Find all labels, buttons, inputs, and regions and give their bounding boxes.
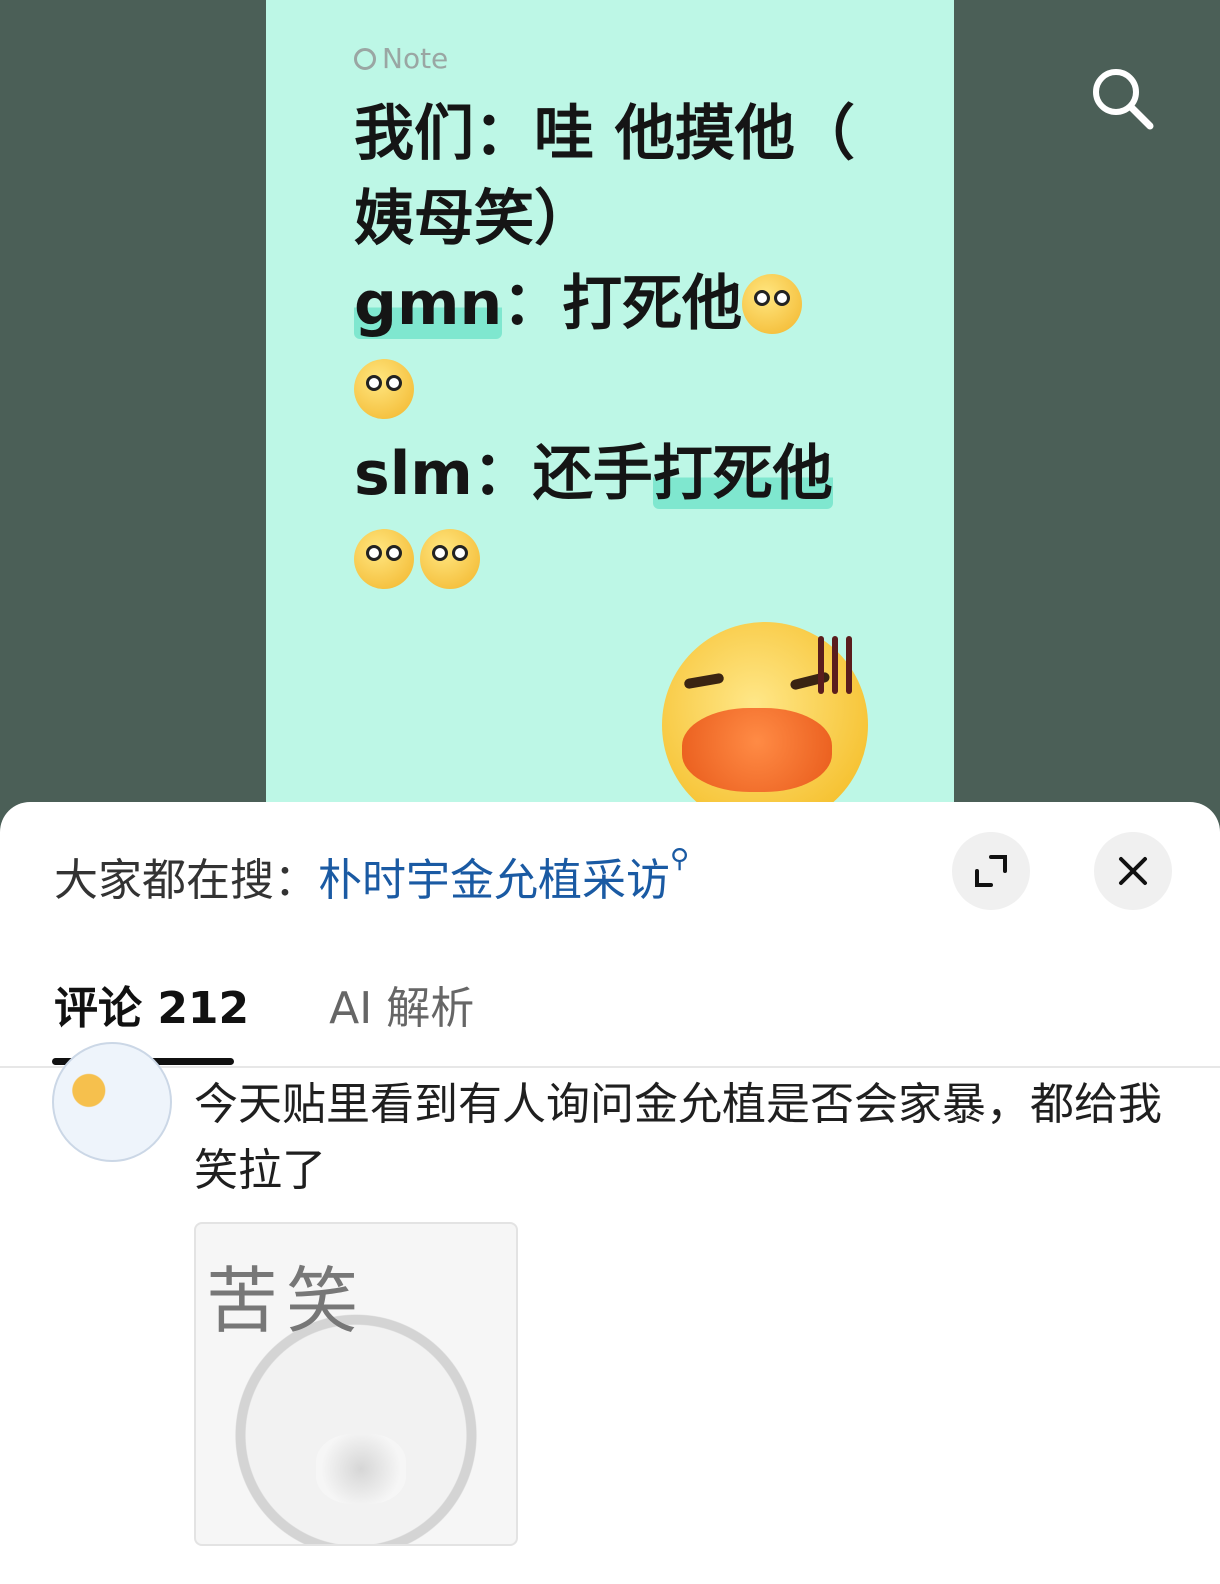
- note-label: Note: [354, 42, 448, 75]
- comment-sheet: 大家都在搜：朴时宇金允植采访⚲ 评论 212 AI 解析 今天贴里看到有人询问金…: [0, 802, 1220, 1584]
- duck-bill: [682, 708, 832, 792]
- close-button[interactable]: [1094, 832, 1172, 910]
- note-line-6: [354, 517, 894, 602]
- duck-brow-left: [683, 672, 725, 690]
- note-text: 我们：哇 他摸他（ 姨母笑） gmn：打死他 slm：还手打死他: [354, 92, 894, 602]
- note-line-5-highlight: 打死他: [652, 439, 833, 509]
- hot-search-prefix: 大家都在搜：: [54, 855, 318, 906]
- meme-text: 苦笑: [206, 1259, 367, 1343]
- search-icon[interactable]: [1086, 62, 1156, 132]
- tab-comments[interactable]: 评论 212: [54, 972, 249, 1036]
- note-card: Note 我们：哇 他摸他（ 姨母笑） gmn：打死他 slm：还手打死他: [266, 0, 954, 820]
- dizzy-face-icon: [354, 529, 414, 589]
- hot-search-bar[interactable]: 大家都在搜：朴时宇金允植采访⚲: [54, 844, 689, 908]
- dizzy-face-icon: [742, 274, 803, 334]
- comment-text: 今天贴里看到有人询问金允植是否会家暴，都给我笑拉了: [194, 1079, 1162, 1196]
- comment-image[interactable]: 苦笑: [194, 1222, 518, 1546]
- tab-divider: [0, 1066, 1220, 1068]
- meme-face: [316, 1434, 406, 1504]
- tab-ai-analysis[interactable]: AI 解析: [329, 972, 474, 1036]
- expand-icon: [975, 855, 1007, 887]
- note-line-3: gmn：打死他: [354, 262, 894, 347]
- note-line-1: 我们：哇 他摸他（: [354, 99, 855, 169]
- hot-search-keyword[interactable]: 朴时宇金允植采访: [318, 855, 670, 906]
- note-line-3-name: gmn: [354, 269, 503, 339]
- sweat-lines-icon: [818, 636, 866, 694]
- expand-button[interactable]: [952, 832, 1030, 910]
- note-line-3-rest: ：打死他: [502, 269, 743, 339]
- note-line-5-prefix: slm：还手: [354, 439, 653, 509]
- dizzy-face-icon: [420, 529, 480, 589]
- note-line-2: 姨母笑）: [354, 184, 594, 254]
- close-icon: [1119, 857, 1147, 885]
- tab-bar: 评论 212 AI 解析: [54, 972, 474, 1036]
- dizzy-face-icon: [354, 359, 414, 419]
- note-line-5: slm：还手打死他: [354, 432, 894, 517]
- note-line-4: [354, 347, 894, 432]
- duck-emoji-icon: [662, 622, 868, 820]
- circle-icon: [354, 47, 376, 70]
- avatar[interactable]: [52, 1042, 172, 1162]
- search-icon-small: ⚲: [670, 844, 690, 874]
- note-label-text: Note: [382, 42, 449, 75]
